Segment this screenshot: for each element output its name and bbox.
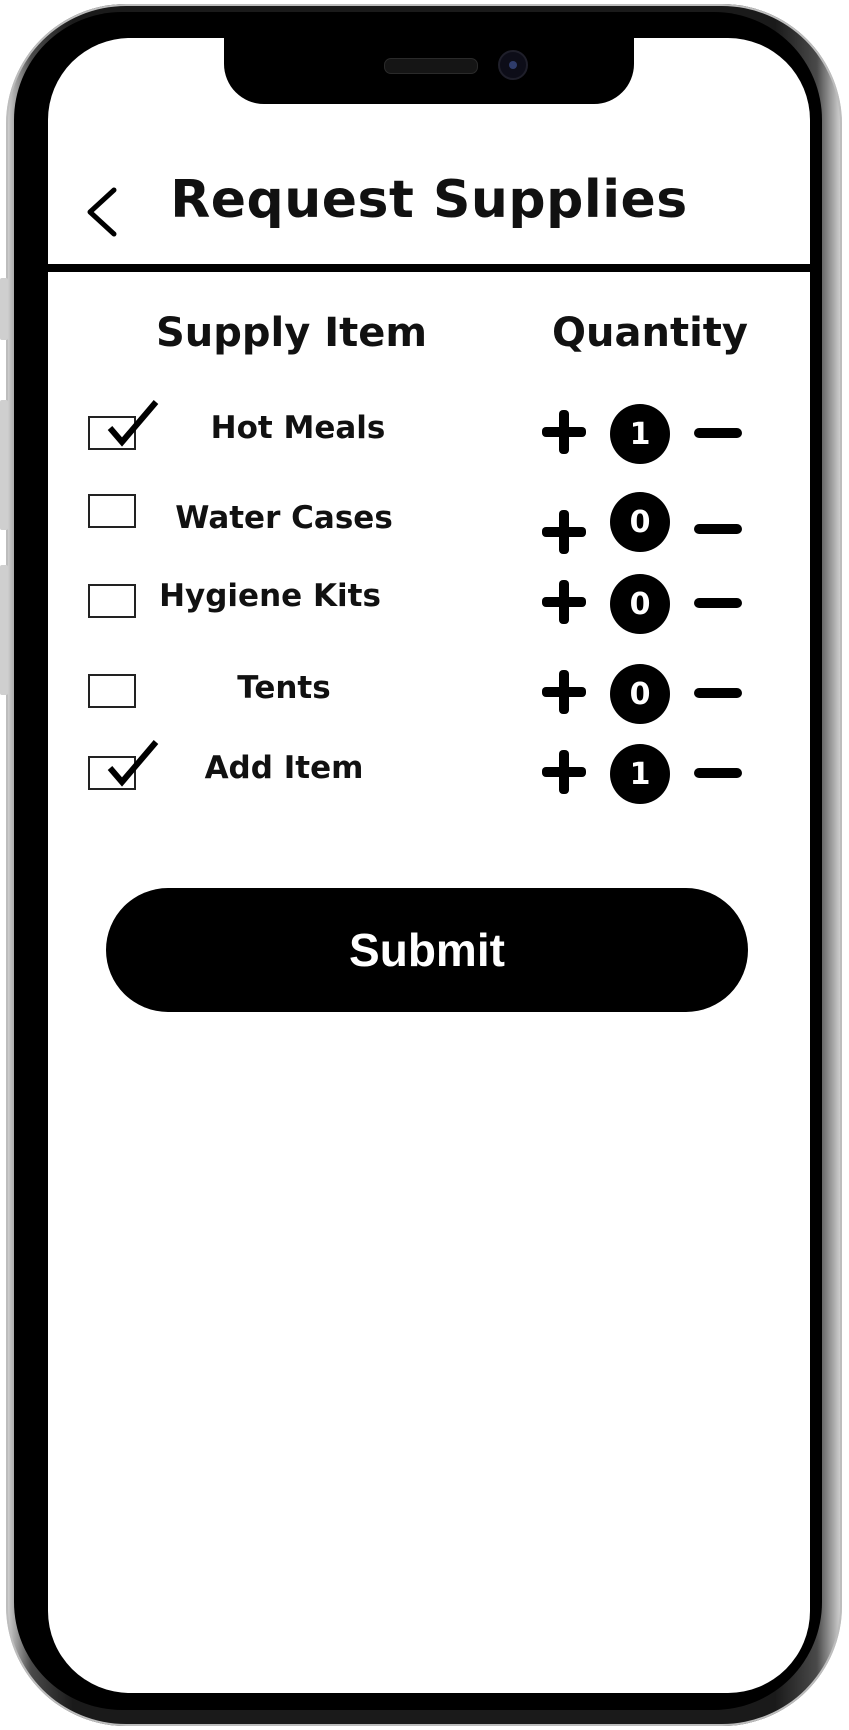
supply-item-label: Add Item: [204, 750, 364, 786]
quantity-value: 1: [610, 404, 670, 464]
speaker-grille: [384, 58, 478, 74]
device-frame: Request Supplies Supply Item Quantity Ho…: [0, 0, 849, 1730]
app-header: Request Supplies: [48, 140, 810, 272]
supply-checkbox[interactable]: [88, 494, 136, 528]
minus-icon[interactable]: [694, 524, 742, 534]
plus-icon[interactable]: [540, 748, 588, 796]
side-button: [0, 278, 8, 340]
plus-icon[interactable]: [540, 508, 588, 556]
minus-icon[interactable]: [694, 598, 742, 608]
column-header-supply-item: Supply Item: [156, 310, 428, 356]
quantity-value: 0: [610, 664, 670, 724]
supply-item-label: Tents: [237, 670, 331, 706]
quantity-value: 0: [610, 492, 670, 552]
minus-icon[interactable]: [694, 428, 742, 438]
page-title: Request Supplies: [170, 170, 688, 230]
supply-row: Hot Meals 1: [0, 398, 849, 468]
plus-icon[interactable]: [540, 668, 588, 716]
supply-checkbox[interactable]: [88, 674, 136, 708]
plus-icon[interactable]: [540, 408, 588, 456]
supply-row: Tents 0: [0, 658, 849, 728]
supply-row: Add Item 1: [0, 738, 849, 808]
supply-item-label: Hot Meals: [210, 410, 386, 446]
screen: [48, 38, 810, 1693]
supply-row: Hygiene Kits 0: [0, 568, 849, 638]
supply-item-label: Hygiene Kits: [159, 578, 381, 614]
column-header-quantity: Quantity: [552, 310, 748, 356]
supply-item-label: Water Cases: [175, 500, 393, 536]
supply-row: Water Cases 0: [0, 488, 849, 558]
camera-icon: [498, 50, 528, 80]
submit-button[interactable]: Submit: [106, 888, 748, 1012]
quantity-value: 0: [610, 574, 670, 634]
quantity-value: 1: [610, 744, 670, 804]
minus-icon[interactable]: [694, 768, 742, 778]
minus-icon[interactable]: [694, 688, 742, 698]
plus-icon[interactable]: [540, 578, 588, 626]
